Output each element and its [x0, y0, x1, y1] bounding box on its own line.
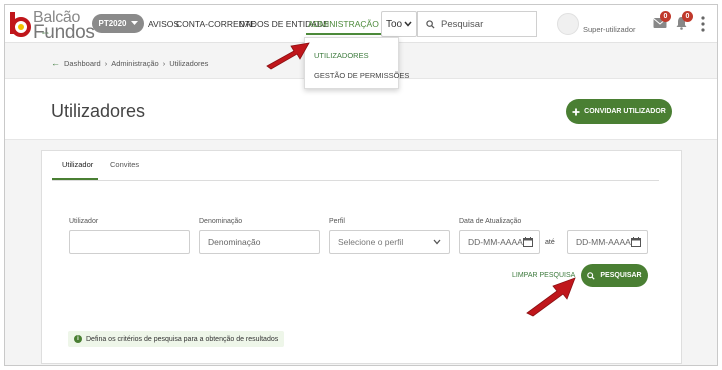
invite-user-label: CONVIDAR UTILIZADOR: [584, 108, 666, 115]
global-search[interactable]: Pesquisar: [417, 11, 537, 37]
nav-administracao[interactable]: ADMINISTRAÇÃO: [308, 19, 392, 29]
tab-convites[interactable]: Convites: [110, 160, 139, 169]
user-role[interactable]: Super-utilizador: [583, 25, 636, 34]
notification-count-badge: 0: [682, 11, 693, 22]
search-panel: Utilizador Convites Utilizador Denominaç…: [41, 150, 682, 364]
breadcrumb-dashboard[interactable]: Dashboard: [64, 59, 101, 68]
active-tab-underline: [52, 178, 98, 180]
breadcrumb-separator: ›: [104, 58, 108, 68]
calendar-icon[interactable]: [523, 237, 533, 247]
date-to-input[interactable]: [567, 230, 648, 254]
breadcrumb: ← Dashboard › Administração › Utilizador…: [51, 58, 208, 68]
search-hint: i Defina os critérios de pesquisa para a…: [68, 331, 285, 347]
invite-user-button[interactable]: CONVIDAR UTILIZADOR: [566, 99, 672, 124]
chevron-down-icon: [404, 21, 412, 27]
app-window: Balcão dos Fundos PT2020 AVISOS CONTA-CO…: [4, 4, 718, 366]
search-hint-text: Defina os critérios de pesquisa para a o…: [86, 335, 279, 343]
menu-item-gestao-de-permissoes[interactable]: GESTÃO DE PERMISSÕES: [314, 71, 409, 80]
mail-count-badge: 0: [660, 11, 671, 22]
search-placeholder: Pesquisar: [441, 18, 484, 30]
nav-avisos[interactable]: AVISOS: [148, 19, 179, 29]
search-icon: [587, 271, 596, 280]
search-icon: [426, 19, 435, 29]
user-avatar[interactable]: [557, 13, 579, 35]
denominacao-label: Denominação: [199, 218, 243, 225]
denominacao-input[interactable]: [199, 230, 320, 254]
breadcrumb-administracao[interactable]: Administração: [111, 59, 159, 68]
logo-mark-icon: [10, 12, 31, 37]
utilizador-input-field[interactable]: [78, 237, 189, 247]
calendar-icon[interactable]: [631, 237, 641, 247]
administracao-dropdown-menu: UTILIZADORES GESTÃO DE PERMISSÕES: [304, 37, 409, 89]
date-from-input[interactable]: [459, 230, 540, 254]
utilizador-input[interactable]: [69, 230, 190, 254]
utilizador-label: Utilizador: [69, 218, 99, 225]
perfil-selected-value: Selecione o perfil: [338, 237, 404, 247]
plus-icon: [572, 108, 580, 115]
date-range-separator: até: [545, 239, 555, 246]
chevron-down-icon: [130, 21, 138, 25]
perfil-select[interactable]: Selecione o perfil: [329, 230, 450, 254]
nav-administracao-label: ADMINISTRAÇÃO: [308, 19, 379, 29]
perfil-label: Perfil: [329, 218, 345, 225]
search-button-label: PESQUISAR: [600, 272, 642, 279]
tab-utilizador[interactable]: Utilizador: [62, 160, 93, 169]
denominacao-input-field[interactable]: [208, 237, 319, 247]
chevron-down-icon: [433, 239, 441, 245]
breadcrumb-separator: ›: [162, 58, 166, 68]
active-nav-underline: [306, 33, 381, 35]
arrow-left-icon[interactable]: ←: [51, 58, 60, 68]
breadcrumb-current: Utilizadores: [169, 58, 209, 68]
balcao-fundos-logo[interactable]: Balcão dos Fundos: [9, 9, 95, 43]
info-icon: i: [74, 335, 82, 343]
page-title: Utilizadores: [51, 101, 146, 121]
more-options-icon[interactable]: [701, 16, 705, 32]
menu-item-utilizadores[interactable]: UTILIZADORES: [314, 51, 369, 60]
scope-selector[interactable]: Too: [381, 11, 417, 37]
search-button[interactable]: PESQUISAR: [581, 264, 648, 287]
annotation-arrow-icon: [266, 42, 310, 70]
data-atualizacao-label: Data de Atualização: [459, 218, 522, 225]
annotation-arrow-icon: [526, 277, 576, 317]
program-selector[interactable]: PT2020: [92, 14, 144, 33]
program-label: PT2020: [98, 19, 127, 28]
tab-bar: Utilizador Convites: [52, 151, 659, 181]
logo-text-bottom: Fundos: [33, 22, 95, 43]
scope-label: Too: [385, 18, 403, 30]
